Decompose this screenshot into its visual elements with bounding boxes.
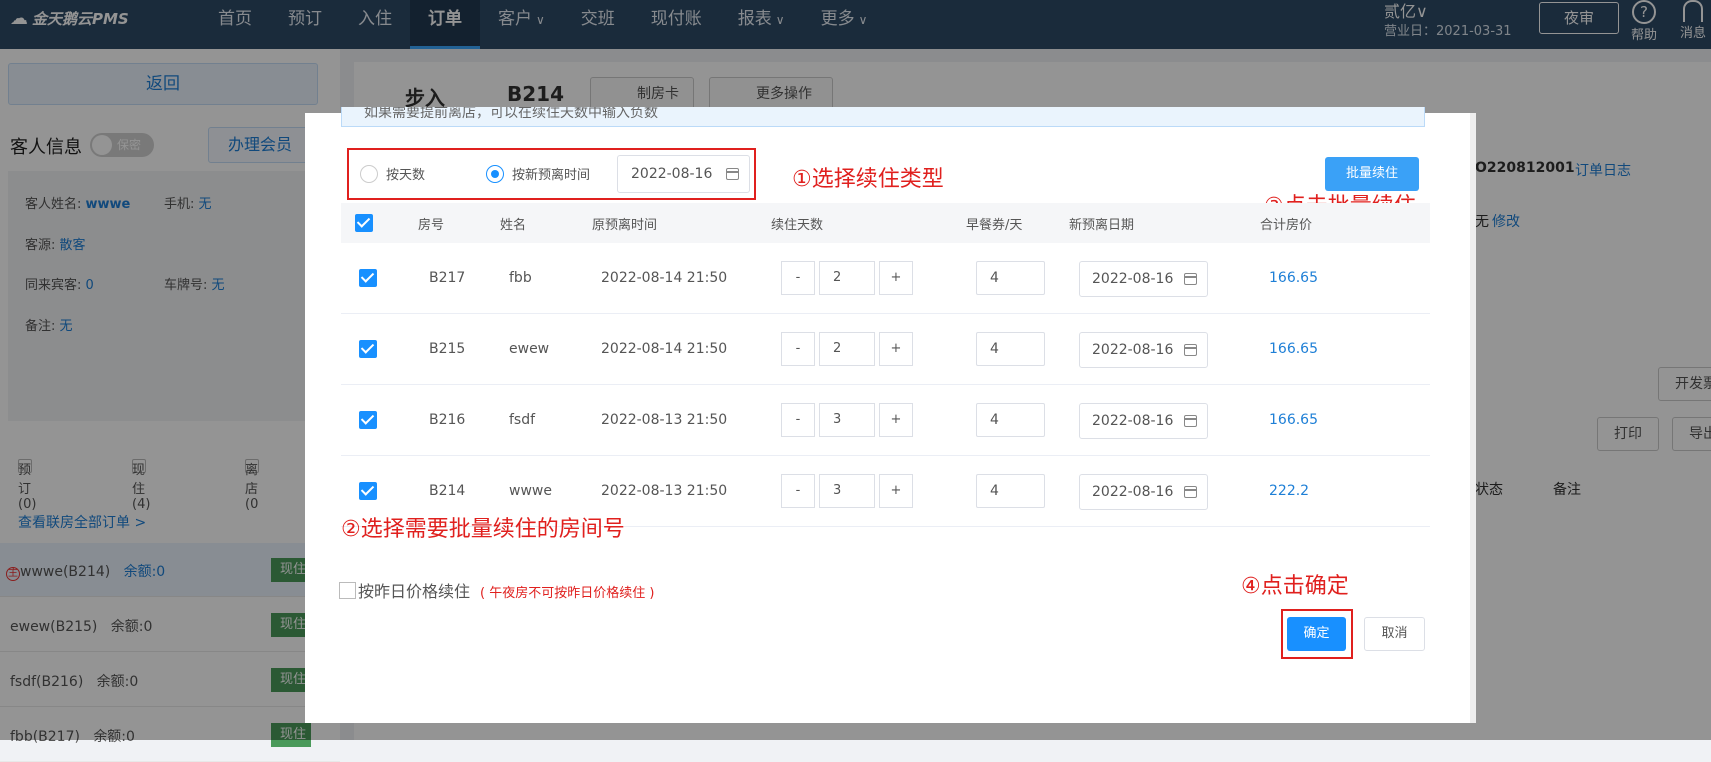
decrement-button[interactable]: -	[781, 332, 815, 366]
annotation-step-2: ②选择需要批量续住的房间号	[341, 517, 625, 542]
increment-button[interactable]: +	[879, 332, 913, 366]
room-number: B217	[429, 270, 466, 286]
calendar-icon	[1184, 486, 1197, 498]
new-date-input[interactable]: 2022-08-16	[1079, 474, 1208, 510]
checkbox[interactable]	[339, 582, 356, 599]
total-price: 222.2	[1269, 483, 1310, 499]
new-date-input[interactable]: 2022-08-16	[1079, 332, 1208, 368]
calendar-icon	[1184, 273, 1197, 285]
col-breakfast: 早餐券/天	[966, 218, 1023, 233]
batch-extend-dialog: 如果需要提前离店，可以在续住天数中输入负数 按天数 按新预离时间 2022-08…	[305, 107, 1476, 723]
col-room: 房号	[418, 218, 445, 233]
decrement-button[interactable]: -	[781, 474, 815, 508]
calendar-icon	[1184, 344, 1197, 356]
col-extend-days: 续住天数	[771, 218, 824, 233]
scrollbar[interactable]	[1470, 113, 1476, 723]
col-total-price: 合计房价	[1260, 218, 1313, 233]
yesterday-price-checkbox[interactable]: 按昨日价格续住	[339, 578, 470, 602]
row-checkbox[interactable]	[359, 269, 377, 287]
guest-name: fsdf	[509, 412, 536, 428]
increment-button[interactable]: +	[879, 474, 913, 508]
col-orig-departure: 原预离时间	[592, 218, 658, 233]
calendar-icon	[1184, 415, 1197, 427]
guest-name: ewew	[509, 341, 550, 357]
guest-name: fbb	[509, 270, 532, 286]
total-price: 166.65	[1269, 412, 1318, 428]
increment-button[interactable]: +	[879, 261, 913, 295]
breakfast-input[interactable]: 4	[976, 332, 1045, 366]
orig-departure: 2022-08-14 21:50	[601, 341, 728, 357]
new-date-input[interactable]: 2022-08-16	[1079, 403, 1208, 439]
total-price: 166.65	[1269, 341, 1318, 357]
total-price: 166.65	[1269, 270, 1318, 286]
breakfast-input[interactable]: 4	[976, 403, 1045, 437]
table-row: B216 fsdf 2022-08-13 21:50 - 3 + 4 2022-…	[341, 385, 1430, 456]
table-row: B215 ewew 2022-08-14 21:50 - 2 + 4 2022-…	[341, 314, 1430, 385]
extend-days-input[interactable]: 2	[819, 332, 875, 366]
row-checkbox[interactable]	[359, 411, 377, 429]
breakfast-input[interactable]: 4	[976, 474, 1045, 508]
notice-banner: 如果需要提前离店，可以在续住天数中输入负数	[341, 107, 1425, 127]
table-header: 房号 姓名 原预离时间 续住天数 早餐券/天 新预离日期 合计房价	[341, 203, 1430, 243]
batch-extend-button[interactable]: 批量续住	[1325, 157, 1419, 191]
row-checkbox[interactable]	[359, 482, 377, 500]
orig-departure: 2022-08-13 21:50	[601, 412, 728, 428]
confirm-button[interactable]: 确定	[1287, 617, 1346, 651]
orig-departure: 2022-08-14 21:50	[601, 270, 728, 286]
annotation-step-4: ④点击确定	[1241, 574, 1349, 599]
extend-days-input[interactable]: 3	[819, 403, 875, 437]
yesterday-price-note: ( 午夜房不可按昨日价格续住 )	[480, 586, 655, 601]
col-name: 姓名	[500, 218, 527, 233]
new-date-input[interactable]: 2022-08-16	[1079, 261, 1208, 297]
orig-departure: 2022-08-13 21:50	[601, 483, 728, 499]
decrement-button[interactable]: -	[781, 403, 815, 437]
cancel-button[interactable]: 取消	[1364, 617, 1425, 651]
room-number: B216	[429, 412, 466, 428]
extend-days-input[interactable]: 2	[819, 261, 875, 295]
extend-days-input[interactable]: 3	[819, 474, 875, 508]
highlight-box	[347, 148, 756, 200]
room-number: B215	[429, 341, 466, 357]
breakfast-input[interactable]: 4	[976, 261, 1045, 295]
increment-button[interactable]: +	[879, 403, 913, 437]
select-all-checkbox[interactable]	[355, 214, 373, 232]
room-number: B214	[429, 483, 466, 499]
row-checkbox[interactable]	[359, 340, 377, 358]
col-new-departure: 新预离日期	[1069, 218, 1135, 233]
guest-name: wwwe	[509, 483, 552, 499]
table-row: B217 fbb 2022-08-14 21:50 - 2 + 4 2022-0…	[341, 243, 1430, 314]
annotation-step-1: ①选择续住类型	[792, 167, 944, 192]
decrement-button[interactable]: -	[781, 261, 815, 295]
